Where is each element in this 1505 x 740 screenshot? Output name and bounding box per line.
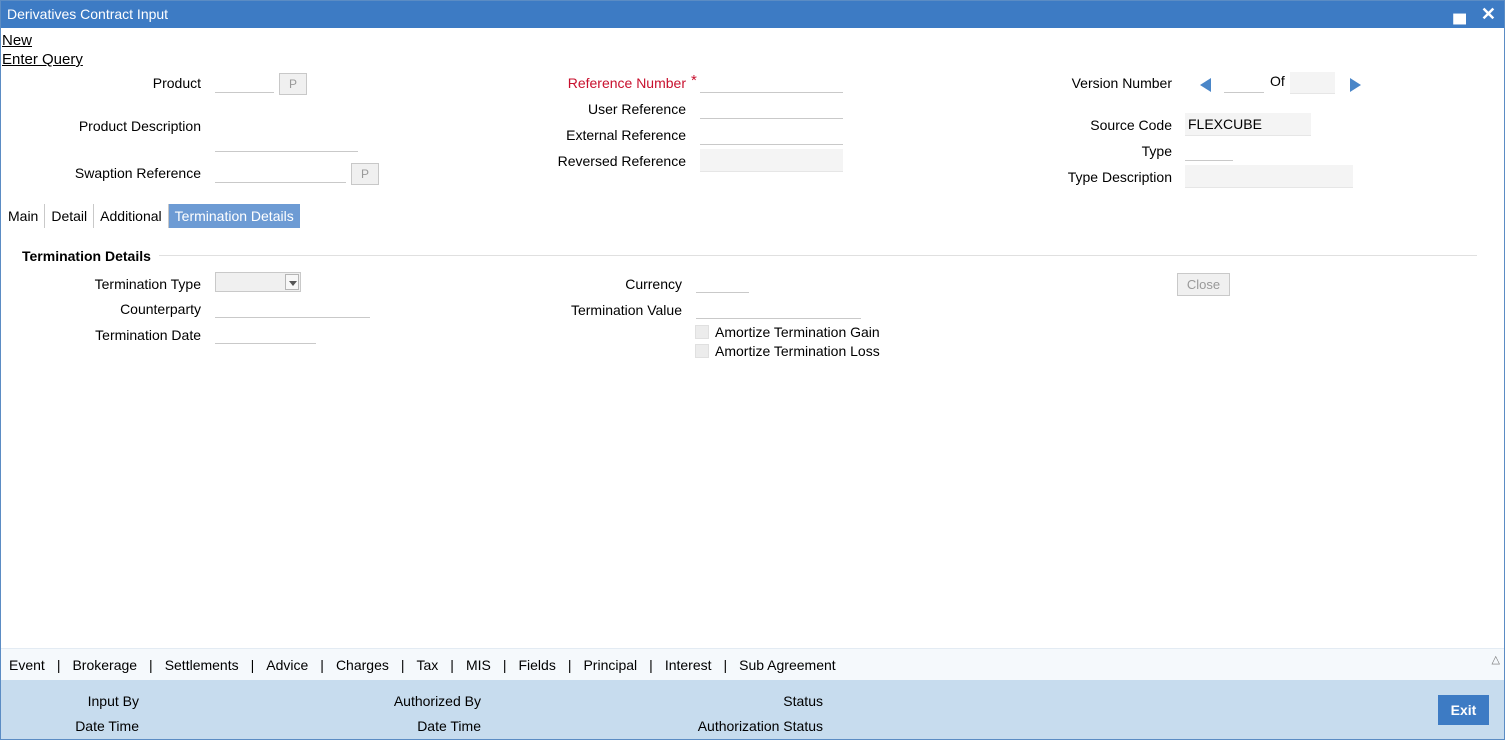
required-marker: * bbox=[691, 72, 697, 89]
input-by-label: Input By bbox=[87, 693, 139, 709]
swaption-reference-input[interactable] bbox=[215, 163, 346, 183]
counterparty-input[interactable] bbox=[215, 298, 370, 318]
bottom-nav-links: Event | Brokerage | Settlements | Advice | Charg… bbox=[9, 657, 836, 673]
authorized-by-label: Authorized By bbox=[393, 693, 481, 709]
version-input[interactable] bbox=[1224, 73, 1264, 93]
reference-number-input[interactable] bbox=[700, 73, 843, 93]
source-code-input: FLEXCUBE bbox=[1185, 113, 1311, 136]
collapse-icon[interactable]: △ bbox=[1492, 653, 1500, 666]
bottom-nav-bar: Event | Brokerage | Settlements | Advice | Charg… bbox=[1, 648, 1504, 680]
nav-separator: | bbox=[649, 657, 653, 673]
version-number-label: Version Number bbox=[1071, 75, 1172, 91]
external-reference-input[interactable] bbox=[700, 125, 843, 145]
date-time-label: Date Time bbox=[75, 718, 139, 734]
sub-agreement-link[interactable]: Sub Agreement bbox=[739, 657, 836, 673]
reversed-reference-input[interactable] bbox=[700, 149, 843, 172]
minimize-icon[interactable]: ▄ bbox=[1453, 3, 1466, 24]
nav-separator: | bbox=[502, 657, 507, 673]
event-link[interactable]: Event bbox=[9, 657, 45, 673]
nav-separator: | bbox=[149, 657, 153, 673]
of-label: Of bbox=[1270, 73, 1285, 89]
termination-type-select[interactable] bbox=[215, 272, 301, 292]
tab-bar: Main Detail Additional Termination Detai… bbox=[2, 204, 300, 228]
termination-value-input[interactable] bbox=[696, 299, 861, 319]
reversed-reference-label: Reversed Reference bbox=[557, 153, 686, 169]
amortize-gain-label: Amortize Termination Gain bbox=[715, 324, 880, 340]
termination-type-label: Termination Type bbox=[94, 276, 201, 292]
version-total-input bbox=[1290, 72, 1335, 94]
advice-link[interactable]: Advice bbox=[266, 657, 308, 673]
principal-link[interactable]: Principal bbox=[583, 657, 637, 673]
currency-input[interactable] bbox=[696, 273, 749, 293]
termination-date-input[interactable] bbox=[215, 324, 316, 344]
counterparty-label: Counterparty bbox=[120, 301, 201, 317]
nav-separator: | bbox=[450, 657, 454, 673]
currency-label: Currency bbox=[625, 276, 682, 292]
chevron-down-icon[interactable] bbox=[285, 274, 299, 290]
termination-section-title: Termination Details bbox=[22, 248, 159, 264]
enter-query-link[interactable]: Enter Query bbox=[2, 51, 83, 68]
termination-date-label: Termination Date bbox=[95, 327, 201, 343]
fields-link[interactable]: Fields bbox=[518, 657, 555, 673]
authorization-status-label: Authorization Status bbox=[697, 718, 823, 734]
product-description-label: Product Description bbox=[78, 118, 201, 134]
product-label: Product bbox=[152, 75, 201, 91]
amortize-loss-checkbox[interactable] bbox=[695, 344, 709, 358]
audit-footer: Input By Date Time Authorized By Date Ti… bbox=[1, 680, 1504, 739]
nav-separator: | bbox=[567, 657, 572, 673]
nav-separator: | bbox=[56, 657, 61, 673]
swaption-reference-label: Swaption Reference bbox=[74, 165, 201, 181]
next-version-icon[interactable] bbox=[1350, 78, 1361, 92]
nav-separator: | bbox=[400, 657, 405, 673]
exit-button[interactable]: Exit bbox=[1438, 695, 1489, 725]
section-divider bbox=[22, 255, 1477, 256]
type-input[interactable] bbox=[1185, 141, 1233, 161]
settlements-link[interactable]: Settlements bbox=[165, 657, 239, 673]
nav-separator: | bbox=[250, 657, 255, 673]
interest-link[interactable]: Interest bbox=[665, 657, 712, 673]
type-description-input bbox=[1185, 165, 1353, 188]
tab-termination-details[interactable]: Termination Details bbox=[168, 204, 300, 228]
new-link[interactable]: New bbox=[2, 32, 32, 49]
status-label: Status bbox=[783, 693, 823, 709]
source-code-label: Source Code bbox=[1090, 117, 1172, 133]
previous-version-icon[interactable] bbox=[1200, 78, 1211, 92]
brokerage-link[interactable]: Brokerage bbox=[72, 657, 137, 673]
title-bar: Derivatives Contract Input ▄ ✕ bbox=[1, 1, 1504, 28]
window-title: Derivatives Contract Input bbox=[7, 6, 169, 22]
charges-link[interactable]: Charges bbox=[336, 657, 389, 673]
tax-link[interactable]: Tax bbox=[417, 657, 439, 673]
type-label: Type bbox=[1141, 143, 1172, 159]
tab-additional[interactable]: Additional bbox=[94, 204, 169, 228]
product-lov-button[interactable]: P bbox=[279, 73, 307, 95]
amortize-loss-label: Amortize Termination Loss bbox=[715, 343, 880, 359]
close-button[interactable]: Close bbox=[1177, 273, 1230, 296]
product-description-input[interactable] bbox=[215, 132, 358, 152]
amortize-gain-checkbox[interactable] bbox=[695, 325, 709, 339]
tab-detail[interactable]: Detail bbox=[45, 204, 95, 228]
nav-separator: | bbox=[320, 657, 324, 673]
user-reference-input[interactable] bbox=[700, 99, 843, 119]
reference-number-label: Reference Number bbox=[567, 75, 686, 91]
tab-main[interactable]: Main bbox=[2, 204, 46, 228]
close-icon[interactable]: ✕ bbox=[1481, 4, 1496, 25]
derivatives-contract-window: Derivatives Contract Input ▄ ✕ New Enter… bbox=[0, 0, 1505, 740]
type-description-label: Type Description bbox=[1067, 169, 1172, 185]
user-reference-label: User Reference bbox=[587, 101, 686, 117]
swaption-lov-button[interactable]: P bbox=[351, 163, 379, 185]
nav-separator: | bbox=[723, 657, 728, 673]
product-input[interactable] bbox=[215, 73, 274, 93]
external-reference-label: External Reference bbox=[566, 127, 686, 143]
mis-link[interactable]: MIS bbox=[466, 657, 491, 673]
termination-value-label: Termination Value bbox=[570, 302, 682, 318]
authorized-date-time-label: Date Time bbox=[417, 718, 481, 734]
